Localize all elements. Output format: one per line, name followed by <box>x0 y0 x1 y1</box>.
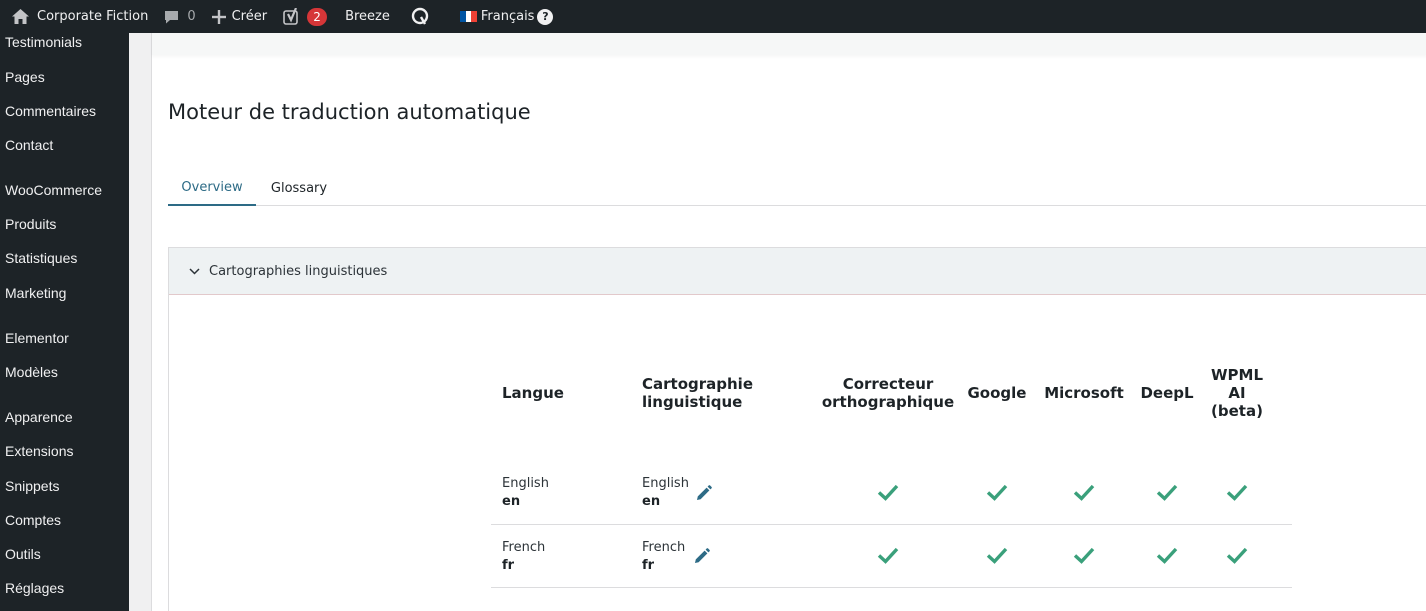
breeze-label: Breeze <box>345 9 390 24</box>
chevron-down-icon <box>189 267 200 275</box>
sidebar-item-settings[interactable]: Réglages <box>5 580 64 596</box>
check-icon <box>986 546 1008 564</box>
language-name: French <box>502 540 546 555</box>
sidebar-item-statistics[interactable]: Statistiques <box>5 250 77 266</box>
sidebar-item-appearance[interactable]: Apparence <box>5 409 73 425</box>
row-divider <box>491 524 1292 525</box>
tab-glossary[interactable]: Glossary <box>262 171 336 206</box>
header-deepl: DeepL <box>1140 384 1194 402</box>
row-english-mapping: English en <box>642 475 689 511</box>
yoast-icon <box>283 7 301 26</box>
mapping-name: French <box>642 540 686 555</box>
language-name: English <box>502 476 549 491</box>
french-flag-icon <box>459 11 477 22</box>
language-mappings-panel: Cartographies linguistiques Langue Carto… <box>168 247 1426 611</box>
header-spellcheck-line1: Correcteur <box>842 375 934 393</box>
language-code: fr <box>502 558 515 573</box>
row-french-language: French fr <box>502 539 545 575</box>
main-content: Moteur de traduction automatique Overvie… <box>151 33 1426 611</box>
check-icon <box>1073 546 1095 564</box>
check-icon <box>1226 483 1248 501</box>
sidebar-item-templates[interactable]: Modèles <box>5 364 58 380</box>
comment-icon <box>164 10 179 24</box>
header-mapping: Cartographie linguistique <box>642 375 753 411</box>
comments-menu[interactable]: 0 <box>156 0 203 33</box>
check-icon <box>877 546 899 564</box>
mapping-code: en <box>642 494 661 509</box>
header-microsoft: Microsoft <box>1044 384 1124 402</box>
check-icon <box>1156 546 1178 564</box>
query-monitor-menu[interactable] <box>398 0 438 33</box>
sidebar-item-testimonials[interactable]: Testimonials <box>5 34 82 50</box>
sidebar-item-users[interactable]: Comptes <box>5 512 61 528</box>
sidebar-item-elementor[interactable]: Elementor <box>5 330 69 346</box>
check-icon <box>986 483 1008 501</box>
row-french-mapping: French fr <box>642 539 685 575</box>
edit-pencil-icon[interactable] <box>695 484 713 502</box>
create-label: Créer <box>231 9 268 24</box>
mapping-name: English <box>642 476 689 491</box>
language-switcher[interactable]: Français ? <box>438 0 562 33</box>
check-icon <box>1156 483 1178 501</box>
check-icon <box>877 483 899 501</box>
new-content-menu[interactable]: Créer <box>204 0 275 33</box>
admin-sidebar: Testimonials Pages Commentaires Contact … <box>0 33 129 611</box>
notice-band <box>152 33 1426 55</box>
sidebar-item-plugins[interactable]: Extensions <box>5 443 73 459</box>
header-google: Google <box>967 384 1027 402</box>
admin-bar: Corporate Fiction 0 Créer 2 Breeze Franç… <box>0 0 1426 33</box>
check-icon <box>1226 546 1248 564</box>
header-language: Langue <box>502 384 564 402</box>
tab-overview[interactable]: Overview <box>168 171 256 206</box>
panel-header[interactable]: Cartographies linguistiques <box>169 248 1426 295</box>
sidebar-item-tools[interactable]: Outils <box>5 546 41 562</box>
site-name: Corporate Fiction <box>37 9 149 24</box>
sidebar-item-products[interactable]: Produits <box>5 216 56 232</box>
check-icon <box>1073 483 1095 501</box>
sidebar-item-comments[interactable]: Commentaires <box>5 103 96 119</box>
plus-icon <box>211 9 226 24</box>
comments-count: 0 <box>187 9 196 24</box>
header-wpml-ai: WPML AI (beta) <box>1202 366 1272 420</box>
content-gutter <box>129 33 151 611</box>
edit-pencil-icon[interactable] <box>693 547 711 565</box>
header-mapping-line1: Cartographie <box>642 375 753 393</box>
language-code: en <box>502 494 521 509</box>
header-wpml-line1: WPML <box>1210 366 1264 384</box>
help-icon[interactable]: ? <box>537 8 554 25</box>
panel-title: Cartographies linguistiques <box>209 263 388 279</box>
header-wpml-line2: AI <box>1228 384 1246 402</box>
breeze-menu[interactable]: Breeze <box>335 0 398 33</box>
sidebar-item-contact[interactable]: Contact <box>5 137 53 153</box>
notification-badge: 2 <box>307 7 328 26</box>
header-mapping-line2: linguistique <box>642 393 743 411</box>
loading-circle-icon <box>410 7 430 27</box>
sidebar-item-marketing[interactable]: Marketing <box>5 285 66 301</box>
tab-bar: Overview Glossary <box>168 171 1426 206</box>
header-spellcheck-line2: orthographique <box>821 393 955 411</box>
header-wpml-line3: (beta) <box>1211 402 1263 420</box>
site-menu[interactable]: Corporate Fiction <box>0 0 156 33</box>
row-divider <box>491 587 1292 588</box>
sidebar-item-woocommerce[interactable]: WooCommerce <box>5 182 102 198</box>
sidebar-item-pages[interactable]: Pages <box>5 69 45 85</box>
language-label: Français <box>480 9 535 24</box>
header-spellcheck: Correcteur orthographique <box>819 375 957 411</box>
page-title: Moteur de traduction automatique <box>168 100 531 124</box>
sidebar-item-snippets[interactable]: Snippets <box>5 478 59 494</box>
mapping-code: fr <box>642 558 655 573</box>
home-icon <box>12 9 29 24</box>
yoast-menu[interactable]: 2 <box>275 0 335 33</box>
row-english-language: English en <box>502 475 549 511</box>
